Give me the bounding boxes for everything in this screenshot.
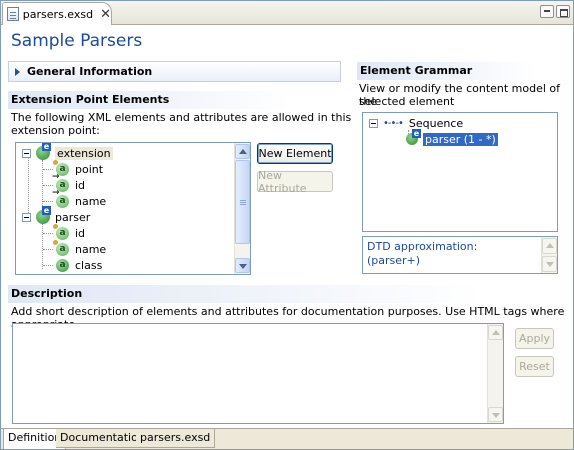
dtd-scrollbar[interactable] [541, 237, 557, 273]
apply-button[interactable]: Apply [515, 328, 554, 349]
attribute-icon: a [52, 187, 69, 208]
bottom-tab-bar: Definition Documentation parsers.exsd [1, 428, 573, 449]
tree-item-label: name [75, 242, 107, 256]
tree-item-parser-ref[interactable]: parser (1 - *) [406, 129, 499, 147]
element-icon [36, 143, 51, 160]
attribute-icon: a [53, 223, 69, 240]
tree-item-name[interactable]: a name [52, 187, 107, 209]
scroll-up-icon[interactable] [488, 325, 503, 340]
scroll-thumb[interactable] [235, 160, 250, 244]
sequence-icon: •-•-• [383, 117, 404, 129]
element-ref-icon [406, 129, 421, 145]
tree-item-label: class [75, 258, 103, 272]
elements-tree-scrollbar[interactable] [234, 143, 250, 274]
tree-item-class[interactable]: a class [56, 257, 102, 273]
tree-item-label: id [75, 226, 86, 240]
attribute-icon: a [56, 258, 69, 272]
minimize-icon[interactable] [540, 5, 554, 18]
collapse-icon[interactable] [22, 212, 31, 222]
scroll-down-icon[interactable] [235, 258, 250, 273]
tree-item-label: name [75, 194, 107, 208]
elements-tree[interactable]: extension a point a id a name parser a i… [15, 142, 251, 275]
maximize-icon[interactable] [556, 5, 570, 18]
file-icon [7, 7, 19, 21]
scroll-down-icon[interactable] [542, 256, 557, 272]
general-information-title: General Information [27, 65, 153, 78]
collapse-icon[interactable] [22, 148, 31, 158]
editor-tab[interactable]: parsers.exsd ✕ [2, 2, 112, 25]
tree-item-point[interactable]: a point [53, 159, 104, 177]
tree-item-label: point [75, 162, 104, 176]
tree-item-name[interactable]: a name [53, 239, 107, 257]
close-icon[interactable]: ✕ [100, 8, 111, 21]
tree-item-label: id [75, 178, 86, 192]
description-textarea[interactable] [12, 323, 504, 424]
tree-item-label: Sequence [408, 116, 464, 130]
element-icon [36, 206, 51, 224]
description-scrollbar[interactable] [487, 324, 503, 423]
tree-item-label: parser (1 - *) [422, 131, 499, 147]
scroll-down-icon[interactable] [488, 407, 503, 422]
new-attribute-button[interactable]: New Attribute [257, 169, 333, 195]
general-information-section[interactable]: General Information [8, 61, 341, 82]
description-title: Description [8, 285, 566, 303]
grammar-description-line2: selected element [359, 95, 455, 108]
tree-item-id[interactable]: a id [53, 223, 86, 241]
dtd-approximation-box: DTD approximation: (parser+) [362, 236, 558, 274]
editor-tab-label: parsers.exsd [22, 7, 94, 21]
extension-point-elements-title: Extension Point Elements [8, 91, 341, 109]
page-title: Sample Parsers [11, 31, 143, 51]
tree-item-parser[interactable]: parser [22, 206, 91, 225]
reset-button[interactable]: Reset [515, 356, 554, 377]
editor-tab-strip: parsers.exsd ✕ [1, 1, 573, 25]
scroll-up-icon[interactable] [542, 238, 557, 254]
tree-item-extension[interactable]: extension [22, 143, 113, 161]
new-element-button[interactable]: New Element [257, 143, 333, 164]
elements-description-line1: The following XML elements and attribute… [11, 111, 352, 124]
collapse-icon[interactable] [369, 118, 378, 128]
dtd-approximation-label: DTD approximation: [367, 240, 478, 253]
elements-description-line2: extension point: [11, 124, 100, 137]
scroll-up-icon[interactable] [235, 144, 250, 159]
attribute-icon: a [53, 239, 69, 256]
expand-triangle-icon[interactable] [15, 67, 20, 76]
grammar-tree[interactable]: •-•-• Sequence parser (1 - *) [362, 112, 558, 232]
dtd-approximation-value: (parser+) [367, 254, 421, 267]
tree-item-label: parser [55, 210, 91, 224]
tree-item-label: extension [55, 146, 113, 160]
tab-source[interactable]: parsers.exsd [136, 429, 216, 448]
tree-item-id[interactable]: a id [52, 171, 86, 193]
element-grammar-title: Element Grammar [357, 62, 566, 80]
